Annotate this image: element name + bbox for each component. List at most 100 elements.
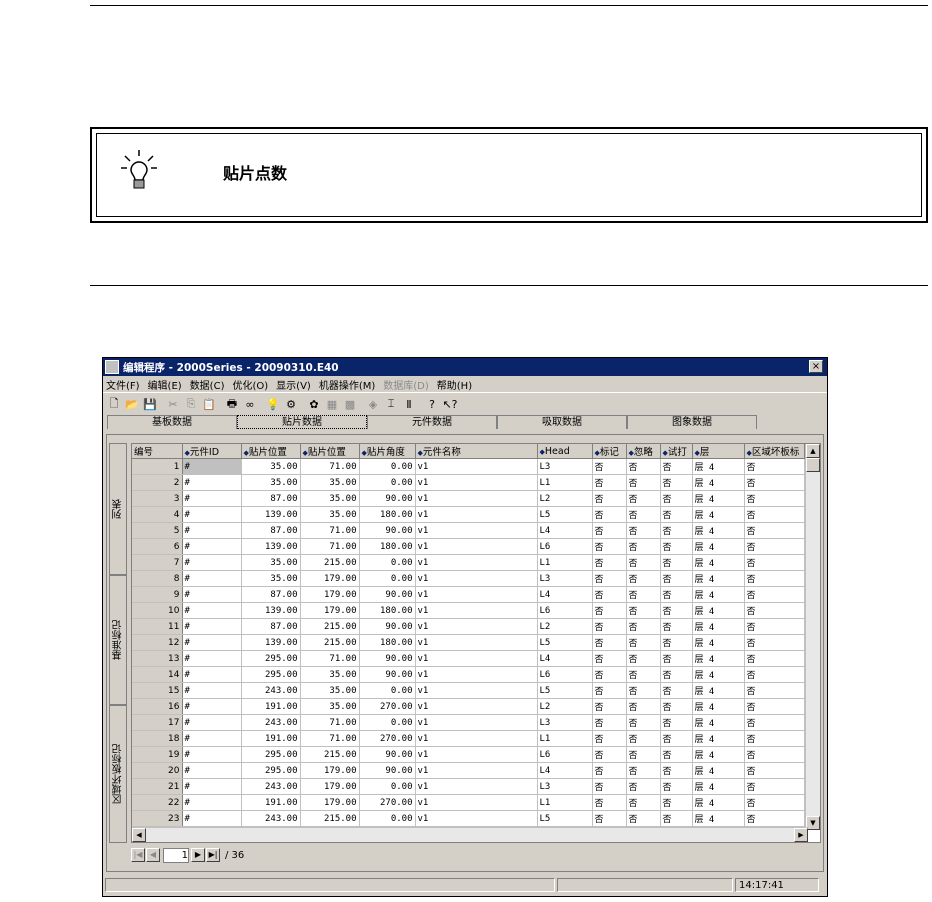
table-cell[interactable]: 否 [592, 474, 627, 491]
table-cell[interactable]: L5 [537, 810, 593, 827]
table-cell[interactable]: v1 [415, 522, 538, 539]
table-cell[interactable]: # [182, 714, 242, 731]
table-cell[interactable]: 否 [592, 810, 627, 827]
table-cell[interactable]: 17 [132, 714, 183, 731]
table-cell[interactable]: v1 [415, 666, 538, 683]
table-cell[interactable]: 13 [132, 650, 183, 667]
table-row[interactable]: 12 #139.00 215.00 180.00 v1 L5 否否否层 4否 [132, 634, 805, 651]
table-cell[interactable]: 87.00 [241, 522, 301, 539]
table-cell[interactable]: L6 [537, 666, 593, 683]
table-cell[interactable]: L5 [537, 506, 593, 523]
table-cell[interactable]: 否 [744, 554, 805, 571]
help-icon[interactable]: ? [424, 396, 440, 412]
table-row[interactable]: 9 #87.00 179.00 90.00 v1 L4 否否否层 4否 [132, 586, 805, 603]
table-cell[interactable]: 191.00 [241, 794, 301, 811]
table-cell[interactable]: 否 [592, 522, 627, 539]
window-titlebar[interactable]: 编辑程序 - 2000Series - 20090310.E40 × [103, 358, 827, 376]
table-cell[interactable]: 否 [626, 586, 661, 603]
table-cell[interactable]: 否 [660, 810, 693, 827]
column-header[interactable]: ◆层 [692, 444, 745, 459]
table-cell[interactable]: 否 [660, 554, 693, 571]
table-row[interactable]: 21 #243.00 179.00 0.00 v1 L3 否否否层 4否 [132, 778, 805, 795]
table-cell[interactable]: 35.00 [300, 490, 360, 507]
table-cell[interactable]: # [182, 778, 242, 795]
table-cell[interactable]: 270.00 [359, 794, 416, 811]
table-cell[interactable]: 否 [744, 506, 805, 523]
vertical-scrollbar[interactable]: ▲ ▼ [805, 444, 820, 830]
table-cell[interactable]: 71.00 [300, 714, 360, 731]
table-cell[interactable]: 否 [626, 682, 661, 699]
table-cell[interactable]: 否 [744, 570, 805, 587]
last-record-icon[interactable]: ▶| [206, 848, 220, 862]
new-file-icon[interactable]: 🗋 [106, 396, 122, 412]
table-cell[interactable]: 层 4 [692, 602, 745, 619]
table-cell[interactable]: # [182, 730, 242, 747]
table-cell[interactable]: 90.00 [359, 618, 416, 635]
table-cell[interactable]: 215.00 [300, 810, 360, 827]
table-cell[interactable]: 否 [592, 570, 627, 587]
table-cell[interactable]: 否 [626, 618, 661, 635]
table-cell[interactable]: 270.00 [359, 730, 416, 747]
table-cell[interactable]: L6 [537, 538, 593, 555]
menu-item-3[interactable]: 优化(O) [232, 377, 268, 392]
table-cell[interactable]: 12 [132, 634, 183, 651]
table-cell[interactable]: 90.00 [359, 650, 416, 667]
scroll-up-icon[interactable]: ▲ [806, 444, 820, 458]
table-row[interactable]: 18 #191.00 71.00 270.00 v1 L1 否否否层 4否 [132, 730, 805, 747]
menu-item-5[interactable]: 机器操作(M) [319, 377, 375, 392]
table-row[interactable]: 11 #87.00 215.00 90.00 v1 L2 否否否层 4否 [132, 618, 805, 635]
table-cell[interactable]: 71.00 [300, 650, 360, 667]
table-cell[interactable]: 否 [660, 474, 693, 491]
menu-item-2[interactable]: 数据(C) [190, 377, 225, 392]
table-cell[interactable]: # [182, 538, 242, 555]
table-cell[interactable]: 层 4 [692, 554, 745, 571]
table-cell[interactable]: 否 [744, 794, 805, 811]
table-cell[interactable]: 层 4 [692, 762, 745, 779]
table-cell[interactable]: 7 [132, 554, 183, 571]
column-header[interactable]: ◆贴片角度 [359, 444, 416, 459]
menu-item-6[interactable]: 数据库(D) [383, 377, 429, 392]
table-cell[interactable]: # [182, 586, 242, 603]
table-row[interactable]: 16 #191.00 35.00 270.00 v1 L2 否否否层 4否 [132, 698, 805, 715]
table-cell[interactable]: 层 4 [692, 458, 745, 475]
table-cell[interactable]: 243.00 [241, 682, 301, 699]
table-cell[interactable]: v1 [415, 650, 538, 667]
table-cell[interactable]: 87.00 [241, 490, 301, 507]
table-cell[interactable]: 否 [626, 538, 661, 555]
table-cell[interactable]: 0.00 [359, 458, 416, 475]
table-cell[interactable]: 180.00 [359, 506, 416, 523]
table-cell[interactable]: # [182, 554, 242, 571]
table-cell[interactable]: v1 [415, 682, 538, 699]
table-row[interactable]: 10 #139.00 179.00 180.00 v1 L6 否否否层 4否 [132, 602, 805, 619]
table-cell[interactable]: 层 4 [692, 714, 745, 731]
table-cell[interactable]: 层 4 [692, 666, 745, 683]
table-cell[interactable]: 否 [592, 762, 627, 779]
table-cell[interactable]: # [182, 458, 242, 475]
table-cell[interactable]: L4 [537, 650, 593, 667]
table-row[interactable]: 19 #295.00 215.00 90.00 v1 L6 否否否层 4否 [132, 746, 805, 763]
table-cell[interactable]: 否 [626, 650, 661, 667]
table-cell[interactable]: 21 [132, 778, 183, 795]
table-cell[interactable]: L2 [537, 490, 593, 507]
table-cell[interactable]: # [182, 698, 242, 715]
table-cell[interactable]: v1 [415, 618, 538, 635]
column-header[interactable]: ◆元件ID [182, 444, 242, 459]
table-cell[interactable]: 层 4 [692, 490, 745, 507]
open-folder-icon[interactable]: 📂 [124, 396, 140, 412]
table-row[interactable]: 3 #87.00 35.00 90.00 v1 L2 否否否层 4否 [132, 490, 805, 507]
table-cell[interactable]: L4 [537, 586, 593, 603]
table-cell[interactable]: 191.00 [241, 698, 301, 715]
menu-item-4[interactable]: 显示(V) [276, 377, 311, 392]
tab-1[interactable]: 贴片数据 [237, 415, 367, 429]
menu-item-1[interactable]: 编辑(E) [148, 377, 182, 392]
table-cell[interactable]: 否 [626, 522, 661, 539]
table-cell[interactable]: v1 [415, 554, 538, 571]
table-cell[interactable]: 90.00 [359, 666, 416, 683]
table-cell[interactable]: v1 [415, 794, 538, 811]
table-cell[interactable]: 否 [592, 586, 627, 603]
lightbulb-icon[interactable]: 💡 [265, 396, 281, 412]
table-cell[interactable]: v1 [415, 458, 538, 475]
close-button[interactable]: × [809, 360, 823, 373]
table-cell[interactable]: 否 [592, 506, 627, 523]
table-cell[interactable]: 否 [660, 762, 693, 779]
